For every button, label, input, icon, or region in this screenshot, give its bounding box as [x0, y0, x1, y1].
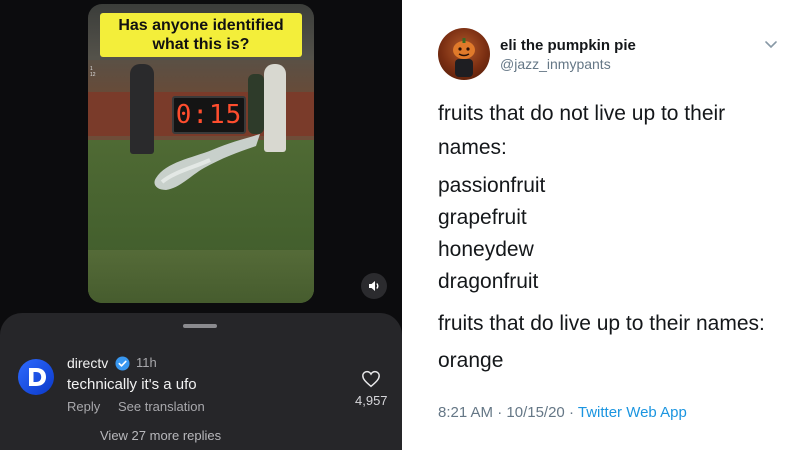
player-figure [264, 64, 286, 152]
directv-logo-icon [29, 368, 46, 386]
video-player[interactable]: 0:15 1 12 Has anyone identified what thi… [88, 4, 314, 303]
heart-icon[interactable] [361, 370, 381, 388]
smoke-plume [154, 134, 260, 190]
instagram-panel: 0:15 1 12 Has anyone identified what thi… [0, 0, 402, 450]
view-more-replies-button[interactable]: View 27 more replies [100, 428, 221, 443]
video-caption: Has anyone identified what this is? [100, 13, 302, 57]
see-translation-button[interactable]: See translation [118, 399, 205, 414]
comment-time: 11h [136, 355, 157, 370]
tweet-display-name[interactable]: eli the pumpkin pie [500, 37, 636, 54]
tweet-text-line: fruits that do not live up to their [438, 102, 726, 125]
tweet-card: eli the pumpkin pie @jazz_inmypants frui… [402, 0, 800, 450]
mute-button[interactable] [361, 273, 387, 299]
reply-button[interactable]: Reply [67, 399, 100, 414]
tweet-handle[interactable]: @jazz_inmypants [500, 56, 611, 72]
sheet-drag-handle[interactable] [183, 324, 217, 328]
tweet-text-line: orange [438, 349, 504, 372]
pumpkin-character-icon [453, 38, 475, 77]
meta-separator: · [568, 404, 574, 421]
verified-badge-icon [115, 356, 130, 371]
comments-sheet: directv 11h technically it's a ufo Reply… [0, 313, 402, 450]
like-count: 4,957 [355, 393, 388, 408]
tweet-date[interactable]: 10/15/20 [506, 404, 564, 421]
tweet-metadata: 8:21 AM · 10/15/20 · Twitter Web App [438, 404, 687, 421]
comment-text: technically it's a ufo [67, 376, 197, 393]
chevron-down-icon[interactable] [764, 40, 778, 50]
umpire-figure [130, 64, 154, 154]
tweet-text-line: grapefruit [438, 206, 527, 229]
avatar[interactable] [438, 28, 490, 80]
tweet-text-line: names: [438, 136, 507, 159]
avatar[interactable] [18, 359, 54, 395]
meta-separator: · [497, 404, 503, 421]
tweet-text-line: honeydew [438, 238, 534, 261]
tweet-time[interactable]: 8:21 AM [438, 404, 493, 421]
tweet-text-line: fruits that do live up to their names: [438, 312, 765, 335]
speaker-icon [369, 281, 379, 291]
tweet-source-app[interactable]: Twitter Web App [578, 404, 687, 421]
scoreboard-small: 1 12 [90, 66, 96, 78]
tweet-text-line: dragonfruit [438, 270, 539, 293]
comment-username[interactable]: directv [67, 355, 108, 371]
video-field-stripe [88, 250, 314, 303]
tweet-text-line: passionfruit [438, 174, 546, 197]
